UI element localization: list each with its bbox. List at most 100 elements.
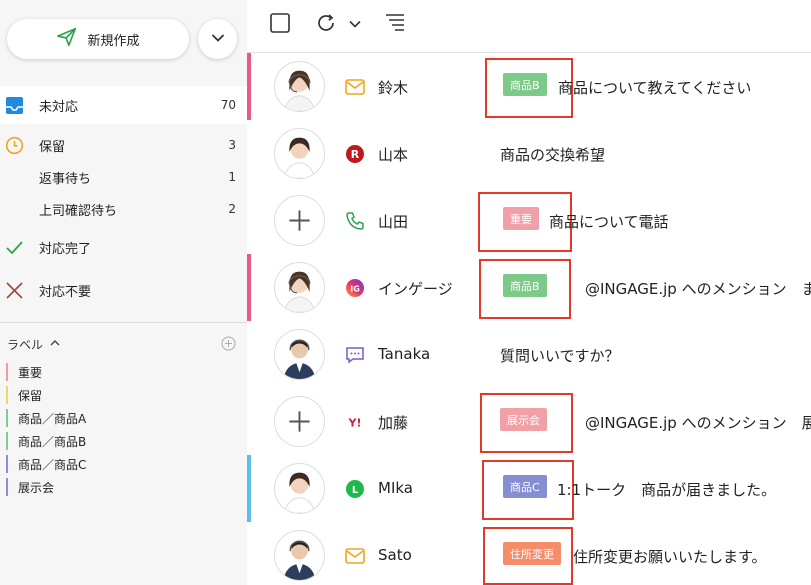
label-color-bar — [6, 409, 8, 427]
nav-item-awaiting-reply[interactable]: 返事待ち 1 — [0, 166, 247, 188]
message-row[interactable]: Y! 加藤 展示会 @INGAGE.jp へのメンション 展示 — [247, 388, 811, 456]
label-name: 展示会 — [18, 480, 55, 495]
label-color-bar — [6, 363, 8, 381]
select-all-checkbox[interactable] — [270, 13, 290, 37]
label-name: 重要 — [18, 365, 43, 380]
nav-count: 1 — [228, 170, 236, 184]
label-item[interactable]: 商品／商品A — [6, 409, 86, 427]
subject: @INGAGE.jp へのメンション まだ — [585, 280, 811, 298]
label-name: 保留 — [18, 388, 43, 403]
expand-button[interactable] — [198, 19, 237, 59]
compose-button[interactable]: 新規作成 — [7, 19, 189, 59]
label-tag: 住所変更 — [503, 542, 561, 565]
svg-text:Y!: Y! — [348, 417, 362, 430]
check-icon — [5, 238, 24, 257]
svg-text:IG: IG — [350, 285, 360, 294]
avatar — [274, 329, 325, 380]
labels-heading-text: ラベル — [7, 338, 44, 352]
sender-name: MIka — [378, 479, 413, 497]
cross-icon — [5, 281, 24, 300]
sender-name: 鈴木 — [378, 79, 409, 97]
label-color-bar — [6, 478, 8, 496]
label-color-bar — [6, 455, 8, 473]
avatar — [274, 128, 325, 179]
nav-count: 2 — [228, 202, 236, 216]
message-list: 鈴木 商品B 商品について教えてください R 山本 商品の交換希望 山田 重要 … — [247, 52, 811, 585]
label-tag: 展示会 — [500, 408, 547, 431]
sidebar: 新規作成 未対応 70 保留 3 返事待ち 1 上司確認待ち 2 対応完了 対応… — [0, 0, 247, 585]
message-row[interactable]: 鈴木 商品B 商品について教えてください — [247, 53, 811, 121]
message-row[interactable]: Tanaka 質問いいですか？ — [247, 321, 811, 389]
inbox-icon — [5, 96, 24, 115]
label-item[interactable]: 商品／商品C — [6, 455, 86, 473]
mail-icon — [345, 77, 365, 97]
chevron-up-icon — [49, 337, 61, 352]
nav-label: 対応不要 — [39, 284, 92, 300]
label-tag: 重要 — [503, 207, 539, 230]
nav-item-hold[interactable]: 保留 3 — [0, 134, 247, 156]
nav-label: 対応完了 — [39, 241, 92, 257]
chevron-down-icon — [211, 30, 225, 49]
label-item[interactable]: 商品／商品B — [6, 432, 86, 450]
label-item[interactable]: 保留 — [6, 386, 42, 404]
message-row[interactable]: 山田 重要 商品について電話 — [247, 187, 811, 255]
add-contact-icon[interactable] — [274, 396, 325, 447]
nav-label: 上司確認待ち — [39, 203, 118, 219]
nav-label: 保留 — [39, 139, 66, 155]
sender-name: Tanaka — [378, 345, 431, 363]
sender-name: Sato — [378, 546, 412, 564]
label-item[interactable]: 重要 — [6, 363, 42, 381]
subject: 商品の交換希望 — [500, 146, 606, 164]
nav-item-unhandled[interactable]: 未対応 70 — [0, 86, 247, 124]
nav-item-awaiting-approval[interactable]: 上司確認待ち 2 — [0, 198, 247, 220]
label-name: 商品／商品B — [18, 434, 87, 449]
sort-icon[interactable] — [384, 13, 406, 35]
label-name: 商品／商品C — [18, 457, 87, 472]
refresh-icon[interactable] — [315, 12, 337, 38]
nav-count: 70 — [220, 98, 236, 112]
chat-icon — [345, 345, 365, 365]
subject: 質問いいですか？ — [500, 347, 620, 365]
nav-count: 3 — [228, 138, 236, 152]
yahoo-icon: Y! — [345, 412, 365, 432]
r-icon: R — [345, 144, 365, 164]
svg-text:R: R — [351, 148, 360, 161]
chevron-down-icon[interactable] — [348, 16, 362, 35]
send-icon — [56, 26, 78, 52]
message-row[interactable]: Sato 住所変更 住所変更お願いいたします。 — [247, 522, 811, 585]
nav-item-not-needed[interactable]: 対応不要 — [0, 279, 247, 301]
message-row[interactable]: R 山本 商品の交換希望 — [247, 120, 811, 188]
label-color-bar — [6, 386, 8, 404]
sidebar-divider — [0, 322, 247, 323]
subject: 1:1トーク 商品が届きました。 — [557, 481, 777, 499]
nav-item-done[interactable]: 対応完了 — [0, 236, 247, 258]
phone-icon — [345, 211, 365, 231]
avatar — [274, 463, 325, 514]
label-color-bar — [6, 432, 8, 450]
avatar — [274, 262, 325, 313]
nav-label: 返事待ち — [39, 171, 92, 187]
subject: 商品について教えてください — [558, 79, 752, 97]
row-accent — [247, 455, 251, 522]
label-tag: 商品C — [503, 475, 547, 498]
label-item[interactable]: 展示会 — [6, 478, 54, 496]
sender-name: インゲージ — [378, 280, 453, 298]
labels-heading[interactable]: ラベル — [7, 336, 61, 353]
sender-name: 加藤 — [378, 414, 409, 432]
sender-name: 山田 — [378, 213, 409, 231]
instagram-icon: IG — [345, 278, 365, 298]
subject: 住所変更お願いいたします。 — [573, 548, 767, 566]
avatar — [274, 61, 325, 112]
svg-text:L: L — [352, 485, 359, 496]
message-row[interactable]: IG インゲージ 商品B @INGAGE.jp へのメンション まだ — [247, 254, 811, 322]
row-accent — [247, 254, 251, 321]
label-name: 商品／商品A — [18, 411, 87, 426]
mail-icon — [345, 546, 365, 566]
label-tag: 商品B — [503, 274, 547, 297]
clock-icon — [5, 136, 24, 155]
subject: 商品について電話 — [549, 213, 669, 231]
message-row[interactable]: L MIka 商品C 1:1トーク 商品が届きました。 — [247, 455, 811, 523]
add-contact-icon[interactable] — [274, 195, 325, 246]
add-label-icon[interactable] — [221, 336, 236, 351]
sender-name: 山本 — [378, 146, 409, 164]
